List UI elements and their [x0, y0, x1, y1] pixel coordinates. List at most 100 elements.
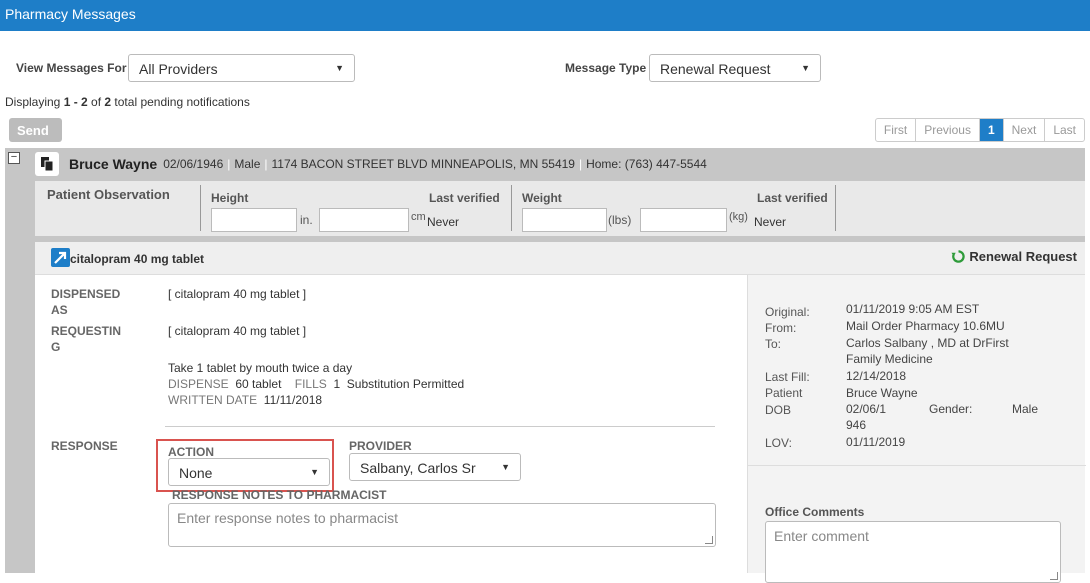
sig-text: Take 1 tablet by mouth twice a day	[168, 361, 353, 375]
weight-kg-unit: (kg)	[729, 211, 748, 223]
last-fill-value: 12/14/2018	[846, 369, 907, 383]
observation-title: Patient Observation	[47, 187, 170, 202]
divider: |	[227, 157, 231, 171]
height-in-input[interactable]	[211, 208, 297, 232]
refresh-icon	[951, 250, 966, 263]
patient-header: Bruce Wayne 02/06/1946 | Male | 1174 BAC…	[35, 151, 707, 177]
response-notes-placeholder: Enter response notes to pharmacist	[177, 510, 399, 526]
divider: |	[264, 157, 268, 171]
page-last[interactable]: Last	[1044, 119, 1084, 141]
original-label: Original:	[765, 305, 810, 319]
patient-name[interactable]: Bruce Wayne	[69, 156, 157, 172]
app-title: Pharmacy Messages	[5, 6, 136, 22]
weight-last-verified-value: Never	[754, 215, 787, 229]
dispensed-as-value: [ citalopram 40 mg tablet ]	[168, 287, 307, 301]
message-panel: − Bruce Wayne 02/06/1946 | Male | 1174 B…	[5, 148, 1086, 583]
response-notes-textarea[interactable]: Enter response notes to pharmacist	[168, 503, 716, 547]
written-date-line: WRITTEN DATE 11/11/2018	[168, 392, 322, 408]
message-type-label: Message Type	[565, 61, 647, 75]
action-select[interactable]: None ▼	[168, 458, 330, 486]
response-notes-label: RESPONSE NOTES TO PHARMACIST	[172, 488, 387, 502]
divider	[165, 426, 715, 427]
patient-dob: 02/06/1946	[163, 157, 224, 171]
office-comments-placeholder: Enter comment	[774, 528, 869, 544]
page-current[interactable]: 1	[978, 119, 1003, 141]
height-cm-input[interactable]	[319, 208, 409, 232]
patient-observation: Patient Observation Height Last verified…	[35, 181, 1085, 236]
office-comments-textarea[interactable]: Enter comment	[765, 521, 1061, 583]
office-comments-label: Office Comments	[765, 505, 865, 519]
app-title-bar: Pharmacy Messages	[0, 0, 1090, 31]
height-last-verified-label: Last verified	[429, 191, 500, 205]
patient-label: Patient	[765, 386, 803, 400]
patient-sex: Male	[234, 157, 261, 171]
dispense-line: DISPENSE 60 tablet FILLS 1 Substitution …	[168, 376, 464, 392]
written-date-label: WRITTEN DATE	[168, 393, 258, 407]
patient-phone: Home: (763) 447-5544	[586, 157, 707, 171]
lov-value: 01/11/2019	[846, 435, 906, 449]
message-type-select[interactable]: Renewal Request ▼	[649, 54, 821, 82]
written-date-value: 11/11/2018	[263, 393, 323, 407]
substitution-text: Substitution Permitted	[346, 377, 465, 391]
dob-label: DOB	[765, 403, 792, 417]
weight-label: Weight	[522, 191, 562, 205]
resize-grip-icon[interactable]	[1050, 572, 1058, 580]
height-cm-unit: cm	[411, 211, 426, 223]
dob-value-cont: 946	[846, 418, 867, 432]
medication-name: citalopram 40 mg tablet	[70, 252, 205, 266]
fills-label: FILLS	[294, 377, 327, 391]
patient-card-icon[interactable]	[35, 152, 59, 176]
view-messages-value: All Providers	[139, 61, 218, 77]
weight-kg-input[interactable]	[640, 208, 727, 232]
view-messages-select[interactable]: All Providers ▼	[128, 54, 355, 82]
send-button[interactable]: Send	[9, 118, 62, 142]
requesting-value: [ citalopram 40 mg tablet ]	[168, 324, 307, 338]
provider-value: Salbany, Carlos Sr	[360, 460, 476, 476]
height-label: Height	[211, 191, 249, 205]
weight-last-verified-label: Last verified	[757, 191, 828, 205]
filter-bar: View Messages For All Providers ▼ Messag…	[0, 31, 1090, 93]
divider	[748, 465, 1086, 466]
chevron-down-icon: ▼	[335, 63, 344, 73]
requesting-label: REQUESTIN G	[51, 324, 122, 354]
page-previous[interactable]: Previous	[915, 119, 979, 141]
gender-value: Male	[1012, 402, 1039, 416]
page-first[interactable]: First	[876, 119, 915, 141]
action-value: None	[179, 465, 213, 481]
divider	[511, 185, 512, 231]
resize-grip-icon[interactable]	[705, 536, 713, 544]
last-fill-label: Last Fill:	[765, 370, 810, 384]
rx-arrow-icon[interactable]	[51, 248, 70, 267]
view-messages-label: View Messages For	[16, 61, 127, 75]
renewal-request-label: Renewal Request	[969, 249, 1077, 264]
page-next[interactable]: Next	[1002, 119, 1045, 141]
message-details-sidebar: Original: 01/11/2019 9:05 AM EST From: M…	[747, 275, 1086, 583]
pending-count-text: Displaying 1 - 2 of 2 total pending noti…	[5, 95, 250, 109]
to-value-cont: Family Medicine	[846, 352, 933, 366]
dob-value: 02/06/1	[846, 402, 887, 416]
medication-card: citalopram 40 mg tablet Renewal Request …	[35, 242, 1086, 583]
divider	[835, 185, 836, 231]
chevron-down-icon: ▼	[501, 462, 510, 472]
response-label: RESPONSE	[51, 439, 118, 453]
action-label: ACTION	[168, 445, 214, 459]
fills-value: 1	[333, 377, 341, 391]
to-label: To:	[765, 337, 782, 351]
divider	[200, 185, 201, 231]
pagination: First Previous 1 Next Last	[874, 118, 1085, 142]
height-in-unit: in.	[300, 213, 313, 227]
medication-header: citalopram 40 mg tablet Renewal Request	[35, 242, 1085, 275]
provider-select[interactable]: Salbany, Carlos Sr ▼	[349, 453, 521, 481]
from-value: Mail Order Pharmacy 10.6MU	[846, 319, 1005, 333]
provider-label: PROVIDER	[349, 439, 412, 453]
weight-lbs-input[interactable]	[522, 208, 607, 232]
weight-lbs-unit: (lbs)	[608, 213, 632, 227]
collapse-minus-icon[interactable]: −	[8, 152, 20, 164]
action-bar: Send First Previous 1 Next Last	[5, 117, 1085, 143]
message-type-value: Renewal Request	[660, 61, 771, 77]
patient-address: 1174 BACON STREET BLVD MINNEAPOLIS, MN 5…	[271, 157, 575, 171]
height-last-verified-value: Never	[427, 215, 460, 229]
dispense-label: DISPENSE	[168, 377, 229, 391]
lov-label: LOV:	[765, 436, 792, 450]
divider: |	[578, 157, 583, 171]
